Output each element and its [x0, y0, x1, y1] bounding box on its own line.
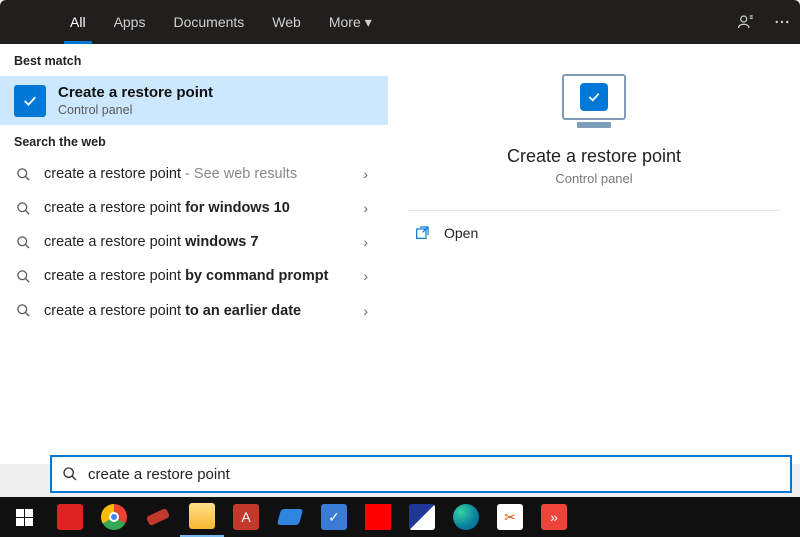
taskbar-app-pdf[interactable]: A [224, 497, 268, 537]
chevron-right-icon[interactable]: › [357, 303, 374, 319]
scope-tab-apps[interactable]: Apps [100, 0, 160, 44]
web-result[interactable]: create a restore point by command prompt… [0, 259, 388, 293]
best-match-subtitle: Control panel [58, 103, 213, 117]
web-result[interactable]: create a restore point - See web results… [0, 157, 388, 191]
start-button[interactable] [0, 497, 48, 537]
search-input[interactable] [88, 466, 780, 483]
taskbar-app-diag[interactable] [400, 497, 444, 537]
scope-tab-more[interactable]: More ▾ [315, 0, 386, 44]
app-icon: » [541, 504, 567, 530]
chevron-right-icon[interactable]: › [357, 234, 374, 250]
search-icon [14, 201, 32, 216]
web-result-text: create a restore point - See web results [44, 165, 345, 183]
web-result[interactable]: create a restore point for windows 10 › [0, 191, 388, 225]
scope-tab-label: Web [272, 14, 301, 30]
feedback-icon[interactable] [728, 0, 764, 44]
more-options-icon[interactable] [764, 0, 800, 44]
search-icon [62, 466, 78, 482]
chrome-icon [101, 504, 127, 530]
preview-header: Create a restore point Control panel [388, 44, 800, 210]
preview-pane: Create a restore point Control panel Ope… [388, 44, 800, 464]
web-result-text: create a restore point windows 7 [44, 233, 345, 251]
taskbar: A ✓ ✂ » [0, 497, 800, 537]
search-icon [14, 235, 32, 250]
scope-tab-label: Documents [173, 14, 244, 30]
shield-check-icon [580, 83, 608, 111]
scope-tab-label: More [329, 14, 361, 30]
chevron-right-icon[interactable]: › [357, 200, 374, 216]
best-match-title: Create a restore point [58, 84, 213, 101]
search-icon [14, 269, 32, 284]
search-scope-header: All Apps Documents Web More ▾ [0, 0, 800, 44]
scope-tab-label: Apps [114, 14, 146, 30]
preview-subtitle: Control panel [555, 171, 632, 186]
taskbar-app-snip[interactable]: ✂ [488, 497, 532, 537]
taskbar-app-explorer[interactable] [180, 497, 224, 537]
scope-tab-all[interactable]: All [56, 0, 100, 44]
taskbar-app-todo[interactable]: ✓ [312, 497, 356, 537]
search-web-heading: Search the web [0, 125, 388, 157]
taskbar-app-usb[interactable] [136, 497, 180, 537]
app-icon [277, 509, 303, 525]
open-label: Open [444, 225, 478, 241]
edge-icon [453, 504, 479, 530]
app-icon: A [233, 504, 259, 530]
app-icon: ✂ [497, 504, 523, 530]
windows-logo-icon [16, 509, 33, 526]
scope-tab-documents[interactable]: Documents [159, 0, 258, 44]
web-result[interactable]: create a restore point to an earlier dat… [0, 294, 388, 328]
preview-title: Create a restore point [507, 146, 681, 167]
scope-tab-label: All [70, 14, 86, 30]
web-result-text: create a restore point to an earlier dat… [44, 302, 345, 320]
best-match-heading: Best match [0, 44, 388, 76]
search-icon [14, 167, 32, 182]
taskbar-app-red[interactable] [356, 497, 400, 537]
app-icon [409, 504, 435, 530]
results-panel: Best match Create a restore point Contro… [0, 44, 800, 464]
taskbar-app-chrome[interactable] [92, 497, 136, 537]
web-result-text: create a restore point by command prompt [44, 267, 345, 285]
results-left: Best match Create a restore point Contro… [0, 44, 388, 464]
chevron-down-icon: ▾ [365, 14, 372, 31]
taskbar-app-anydesk[interactable]: » [532, 497, 576, 537]
open-icon [414, 225, 430, 241]
best-match-result[interactable]: Create a restore point Control panel [0, 76, 388, 125]
app-icon: ✓ [321, 504, 347, 530]
chevron-right-icon[interactable]: › [357, 268, 374, 284]
folder-icon [189, 503, 215, 529]
search-box[interactable] [50, 455, 792, 493]
search-icon [14, 303, 32, 318]
monitor-icon [562, 74, 626, 120]
app-icon [57, 504, 83, 530]
taskbar-app-huawei[interactable] [48, 497, 92, 537]
taskbar-app-blue[interactable] [268, 497, 312, 537]
shield-icon [14, 85, 46, 117]
chevron-right-icon[interactable]: › [357, 166, 374, 182]
taskbar-app-edge[interactable] [444, 497, 488, 537]
web-result-text: create a restore point for windows 10 [44, 199, 345, 217]
best-match-text: Create a restore point Control panel [58, 84, 213, 117]
scope-tab-web[interactable]: Web [258, 0, 315, 44]
open-action[interactable]: Open [388, 211, 800, 255]
web-result[interactable]: create a restore point windows 7 › [0, 225, 388, 259]
app-icon [146, 508, 170, 526]
app-icon [365, 504, 391, 530]
